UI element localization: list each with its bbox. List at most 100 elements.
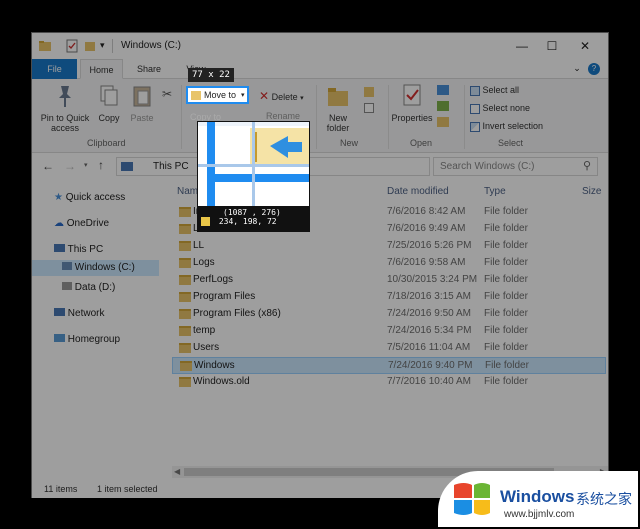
help-icon[interactable]: ? bbox=[588, 63, 600, 75]
file-date: 10/30/2015 3:24 PM bbox=[387, 274, 478, 285]
table-row[interactable]: PerfLogs 10/30/2015 3:24 PM File folder bbox=[172, 272, 606, 289]
folder-icon bbox=[180, 361, 192, 371]
chevron-down-icon: ▾ bbox=[241, 92, 245, 99]
table-row[interactable]: Windows.old 7/7/2016 10:40 AM File folder bbox=[172, 374, 606, 391]
easy-access-icon[interactable] bbox=[364, 103, 374, 113]
table-row[interactable]: temp 7/24/2016 5:34 PM File folder bbox=[172, 323, 606, 340]
properties-quick-icon[interactable] bbox=[66, 39, 78, 53]
rename-button[interactable]: Rename bbox=[266, 111, 300, 121]
copy-button[interactable]: Copy bbox=[94, 83, 124, 123]
watermark-brand: Windows bbox=[500, 487, 575, 506]
nav-item-quick-access[interactable]: ★ Quick access bbox=[54, 190, 125, 206]
nav-item-onedrive[interactable]: ☁ OneDrive bbox=[54, 216, 109, 232]
select-none-icon bbox=[470, 103, 480, 114]
nav-label: Homegroup bbox=[67, 334, 121, 345]
address-path[interactable]: This PC bbox=[153, 161, 189, 172]
scroll-left-icon[interactable]: ◀ bbox=[174, 467, 180, 476]
open-icon[interactable] bbox=[437, 85, 449, 95]
computer-icon bbox=[121, 162, 133, 171]
column-size[interactable]: Size bbox=[582, 186, 601, 197]
file-name: PerfLogs bbox=[193, 274, 234, 285]
column-type[interactable]: Type bbox=[484, 186, 506, 197]
ribbon: Pin to Quick access Copy Paste ✂ Clipboa… bbox=[32, 79, 608, 153]
nav-item-network[interactable]: Network bbox=[54, 306, 104, 322]
delete-label: Delete bbox=[271, 92, 298, 102]
search-icon[interactable]: ⚲ bbox=[583, 159, 591, 172]
nav-item-windows-c[interactable]: Windows (C:) bbox=[32, 260, 159, 276]
delete-icon: ✕ bbox=[259, 89, 270, 103]
file-type: File folder bbox=[484, 274, 528, 285]
up-icon[interactable]: ↑ bbox=[98, 158, 104, 172]
file-type: File folder bbox=[484, 325, 528, 336]
nav-label: Quick access bbox=[65, 192, 126, 203]
properties-icon bbox=[403, 84, 421, 106]
select-all-button[interactable]: Select all bbox=[470, 85, 519, 96]
file-type: File folder bbox=[484, 342, 528, 353]
properties-button[interactable]: Properties bbox=[390, 83, 434, 123]
file-date: 7/7/2016 10:40 AM bbox=[387, 376, 471, 387]
new-folder-quick-icon[interactable] bbox=[84, 39, 96, 53]
delete-button[interactable]: ✕ Delete ▾ bbox=[259, 89, 304, 103]
edit-icon[interactable] bbox=[437, 101, 449, 111]
cut-icon[interactable]: ✂ bbox=[162, 87, 172, 101]
file-type: File folder bbox=[484, 240, 528, 251]
new-item-icon[interactable] bbox=[364, 87, 374, 97]
file-name: Program Files bbox=[193, 291, 256, 302]
table-row[interactable]: Logs 7/6/2016 9:58 AM File folder bbox=[172, 255, 606, 272]
tab-home[interactable]: Home bbox=[80, 59, 123, 79]
drive-icon bbox=[62, 282, 72, 290]
rgb-readout-row: 234, 198, 72 bbox=[201, 217, 306, 226]
search-box[interactable]: Search Windows (C:) ⚲ bbox=[433, 157, 598, 176]
table-row[interactable]: Program Files 7/18/2016 3:15 AM File folde… bbox=[172, 289, 606, 306]
explorer-window: ▾ Windows (C:) — ☐ ✕ File Home Share Vie… bbox=[31, 32, 609, 498]
watermark-cn: 系统之家 bbox=[576, 491, 632, 507]
computer-icon bbox=[54, 244, 65, 252]
table-row[interactable]: Program Files (x86) 7/24/2016 9:50 AM File… bbox=[172, 306, 606, 323]
chevron-down-icon[interactable]: ▾ bbox=[100, 40, 105, 54]
watermark-logo: Windows 系统之家 www.bjjmlv.com bbox=[438, 471, 638, 527]
rename-label: Rename bbox=[266, 111, 301, 121]
table-row-selected[interactable]: Windows 7/24/2016 9:40 PM File folder bbox=[172, 357, 606, 374]
maximize-button[interactable]: ☐ bbox=[537, 35, 567, 57]
network-icon bbox=[54, 308, 65, 316]
copy-label: Copy bbox=[98, 113, 120, 123]
nav-item-data-d[interactable]: Data (D:) bbox=[62, 280, 115, 296]
minimize-button[interactable]: — bbox=[507, 35, 537, 57]
nav-label: Data (D:) bbox=[74, 282, 116, 293]
history-icon[interactable] bbox=[437, 117, 449, 127]
file-date: 7/6/2016 9:49 AM bbox=[387, 223, 466, 234]
forward-icon[interactable]: → bbox=[64, 159, 76, 173]
homegroup-icon bbox=[54, 334, 65, 342]
paste-icon bbox=[133, 86, 151, 107]
file-date: 7/25/2016 5:26 PM bbox=[387, 240, 472, 251]
file-type: File folder bbox=[484, 223, 528, 234]
paste-button[interactable]: Paste bbox=[127, 83, 157, 123]
file-date: 7/24/2016 9:50 AM bbox=[387, 308, 471, 319]
back-icon[interactable]: ← bbox=[42, 159, 54, 173]
nav-item-homegroup[interactable]: Homegroup bbox=[54, 332, 120, 348]
color-swatch bbox=[201, 217, 210, 226]
new-folder-icon bbox=[328, 88, 348, 106]
select-none-button[interactable]: Select none bbox=[470, 103, 530, 114]
table-row[interactable]: Users 7/5/2016 11:04 AM File folder bbox=[172, 340, 606, 357]
new-folder-button[interactable]: New folder bbox=[318, 83, 358, 133]
select-all-icon bbox=[470, 85, 480, 96]
file-date: 7/6/2016 8:42 AM bbox=[387, 206, 466, 217]
column-date-modified[interactable]: Date modified bbox=[387, 186, 449, 197]
invert-selection-label: Invert selection bbox=[482, 121, 544, 131]
move-to-button[interactable]: Move to ▾ bbox=[186, 86, 249, 104]
tab-file[interactable]: File bbox=[32, 59, 77, 79]
chevron-down-icon[interactable]: ▾ bbox=[84, 161, 88, 169]
select-all-label: Select all bbox=[482, 85, 520, 95]
drive-icon bbox=[62, 262, 72, 270]
chevron-down-icon: ▾ bbox=[300, 95, 304, 102]
table-row[interactable]: LL 7/25/2016 5:26 PM File folder bbox=[172, 238, 606, 255]
pin-to-quick-access-button[interactable]: Pin to Quick access bbox=[36, 83, 94, 133]
tab-share[interactable]: Share bbox=[129, 59, 169, 79]
nav-item-this-pc[interactable]: This PC bbox=[54, 242, 103, 258]
close-button[interactable]: ✕ bbox=[570, 35, 600, 57]
search-input[interactable]: Search Windows (C:) bbox=[440, 161, 534, 172]
properties-label: Properties bbox=[391, 113, 433, 123]
folder-icon bbox=[179, 377, 191, 387]
invert-selection-button[interactable]: Invert selection bbox=[470, 121, 543, 132]
